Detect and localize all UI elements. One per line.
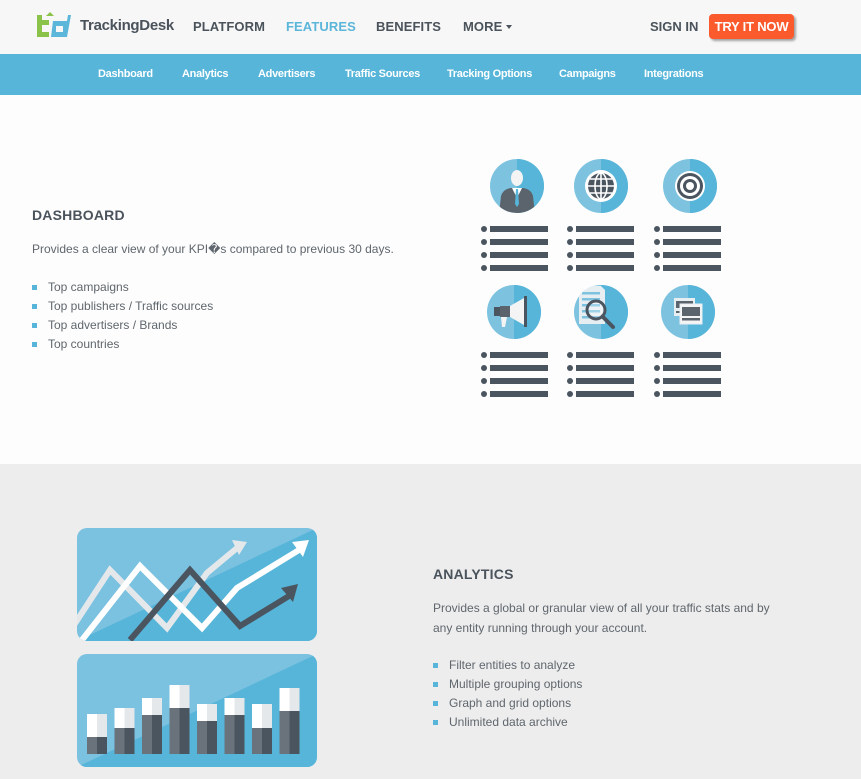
list-lines-placeholder (567, 223, 634, 275)
bullet-square-icon (32, 304, 37, 309)
subnav-dashboard[interactable]: Dashboard (98, 68, 153, 80)
bar-segment (179, 685, 190, 708)
bullet-square-icon (433, 701, 438, 706)
bar-segment (262, 728, 272, 754)
bar-segment (169, 708, 180, 754)
analytics-section: ANALYTICS Provides a global or granular … (0, 464, 861, 779)
bar-segment (124, 728, 135, 754)
bar-segment (262, 704, 272, 728)
target-icon (663, 159, 717, 213)
subnav-traffic-sources[interactable]: Traffic Sources (345, 68, 420, 80)
bar-segment (97, 737, 107, 754)
subnav-analytics[interactable]: Analytics (182, 68, 229, 80)
bar-segment (114, 708, 125, 728)
bullet-square-icon (32, 323, 37, 328)
nav-features[interactable]: FEATURES (286, 19, 356, 34)
bar-segment (87, 737, 97, 754)
bar-segment (142, 698, 152, 715)
bar-segment (279, 688, 290, 711)
bar-segment (207, 704, 217, 721)
nav-platform[interactable]: PLATFORM (193, 19, 265, 34)
list-item: Multiple grouping options (433, 675, 582, 694)
bar-segment (114, 728, 125, 754)
list-item-text: Top campaigns (48, 280, 129, 294)
bullet-square-icon (32, 285, 37, 290)
list-item-text: Unlimited data archive (449, 715, 568, 729)
list-item-text: Top countries (48, 337, 120, 351)
brand-name: TrackingDesk (80, 16, 174, 34)
list-item-text: Filter entities to analyze (449, 658, 576, 672)
bar-segment (252, 704, 262, 728)
bar-segment (97, 714, 107, 737)
list-item: Graph and grid options (433, 694, 582, 713)
bar-chart-icon (77, 654, 317, 767)
list-item: Unlimited data archive (433, 713, 582, 732)
analytics-description: Provides a global or granular view of al… (433, 601, 770, 635)
bar-segment (224, 698, 235, 715)
td-logo-icon (37, 12, 71, 37)
bar-segment (87, 714, 97, 737)
subnav-tracking-options[interactable]: Tracking Options (447, 68, 532, 80)
list-lines-placeholder (654, 349, 721, 401)
try-it-now-button[interactable]: TRY IT NOW (709, 14, 794, 39)
list-item-text: Graph and grid options (449, 696, 572, 710)
bar-segment (169, 685, 180, 708)
bar-segment (289, 688, 300, 711)
bar-segment (152, 715, 162, 754)
user-icon (490, 159, 544, 213)
bullet-square-icon (433, 682, 438, 687)
list-item: Top publishers / Traffic sources (32, 297, 213, 316)
windows-icon (661, 285, 715, 339)
bar-segment (179, 708, 190, 754)
nav-more[interactable]: MORE (463, 19, 513, 34)
bar-segment (207, 721, 217, 754)
dashboard-description: Provides a clear view of your KPI�s comp… (32, 242, 394, 256)
dashboard-title: DASHBOARD (32, 207, 125, 223)
bar-segment (124, 708, 135, 728)
subnav-advertisers[interactable]: Advertisers (258, 68, 316, 80)
subnav-campaigns[interactable]: Campaigns (559, 68, 616, 80)
brand-logo[interactable]: TrackingDesk (37, 12, 174, 38)
list-item-text: Top advertisers / Brands (48, 318, 178, 332)
bullet-square-icon (433, 663, 438, 668)
list-lines-placeholder (654, 223, 721, 275)
bar-segment (234, 715, 245, 754)
list-item: Top campaigns (32, 278, 213, 297)
list-item-text: Top publishers / Traffic sources (48, 299, 214, 313)
subnav-integrations[interactable]: Integrations (644, 68, 704, 80)
list-item: Filter entities to analyze (433, 656, 582, 675)
bar-segment (197, 704, 207, 721)
nav-more-label: MORE (463, 19, 503, 34)
dashboard-section: DASHBOARD Provides a clear view of your … (0, 95, 861, 464)
top-header: TrackingDesk PLATFORM FEATURES BENEFITS … (0, 0, 861, 54)
nav-benefits[interactable]: BENEFITS (376, 19, 441, 34)
bar-segment (252, 728, 262, 754)
bar-segment (142, 715, 152, 754)
bar-segment (224, 715, 235, 754)
search-document-icon (574, 285, 628, 339)
list-lines-placeholder (481, 349, 548, 401)
globe-icon (574, 159, 628, 213)
list-item: Top advertisers / Brands (32, 316, 213, 335)
bullet-square-icon (32, 342, 37, 347)
sign-in-link[interactable]: SIGN IN (650, 19, 698, 34)
bar-segment (279, 711, 290, 754)
list-item: Top countries (32, 335, 213, 354)
features-subnav: Dashboard Analytics Advertisers Traffic … (0, 54, 861, 95)
line-chart-icon (77, 528, 317, 641)
list-lines-placeholder (567, 349, 634, 401)
dashboard-feature-list: Top campaigns Top publishers / Traffic s… (32, 278, 213, 354)
bar-segment (197, 721, 207, 754)
caret-down-icon (506, 24, 513, 29)
bar-segment (234, 698, 245, 715)
analytics-feature-list: Filter entities to analyze Multiple grou… (433, 656, 582, 732)
bar-segment (289, 711, 300, 754)
bar-segment (152, 698, 162, 715)
list-lines-placeholder (481, 223, 548, 275)
list-item-text: Multiple grouping options (449, 677, 583, 691)
analytics-title: ANALYTICS (433, 566, 514, 582)
bullet-square-icon (433, 720, 438, 725)
megaphone-icon (487, 285, 541, 339)
